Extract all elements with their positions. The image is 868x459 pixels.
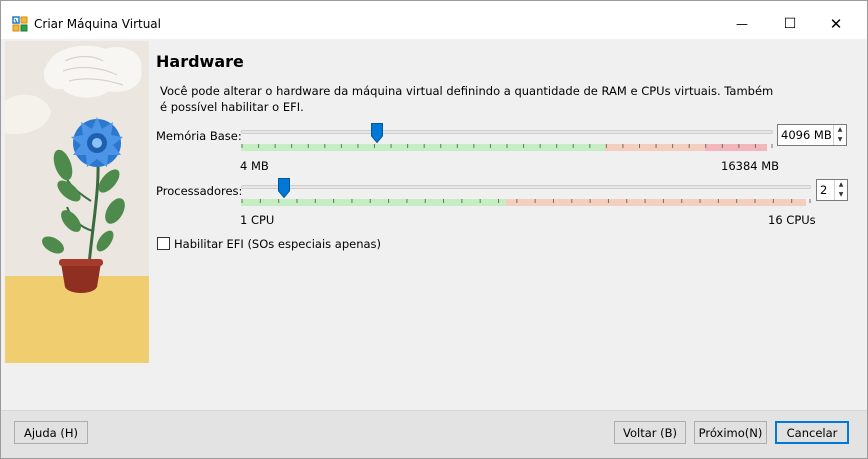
cpu-max-label: 16 CPUs — [768, 213, 816, 227]
memory-slider-handle[interactable] — [371, 123, 383, 143]
virtualbox-logo-icon — [12, 16, 28, 32]
cpu-spin-buttons: ▲ ▼ — [834, 180, 847, 200]
maximize-icon: ☐ — [783, 16, 797, 32]
memory-max-label: 16384 MB — [721, 159, 780, 173]
memory-label: Memória Base: — [156, 129, 242, 143]
down-arrow-icon[interactable]: ▼ — [834, 135, 846, 145]
title-bar[interactable]: Criar Máquina Virtual — ☐ ✕ — [1, 1, 867, 39]
down-arrow-icon[interactable]: ▼ — [835, 190, 847, 200]
help-button[interactable]: Ajuda (H) — [14, 421, 88, 444]
memory-slider-track[interactable] — [241, 130, 773, 134]
cpu-slider-track[interactable] — [241, 185, 811, 189]
memory-min-label: 4 MB — [240, 159, 269, 173]
efi-label[interactable]: Habilitar EFI (SOs especiais apenas) — [174, 237, 381, 251]
memory-spinbox[interactable]: 4096 MB ▲ ▼ — [777, 124, 847, 146]
close-icon: ✕ — [829, 15, 843, 33]
close-button[interactable]: ✕ — [813, 9, 859, 39]
cancel-button[interactable]: Cancelar — [775, 421, 849, 444]
minimize-button[interactable]: — — [719, 9, 765, 39]
memory-spin-buttons: ▲ ▼ — [833, 125, 846, 145]
wizard-illustration — [5, 41, 149, 363]
up-arrow-icon[interactable]: ▲ — [834, 125, 846, 135]
cpu-slider-ticks — [241, 199, 811, 203]
page-description: Você pode alterar o hardware da máquina … — [160, 84, 774, 114]
cpu-min-label: 1 CPU — [240, 213, 275, 227]
back-button[interactable]: Voltar (B) — [614, 421, 686, 444]
efi-checkbox[interactable] — [157, 237, 170, 250]
cpu-slider-handle[interactable] — [278, 178, 291, 198]
page-title: Hardware — [156, 52, 244, 71]
up-arrow-icon[interactable]: ▲ — [835, 180, 847, 190]
cpu-value: 2 — [820, 183, 828, 197]
create-vm-dialog: Criar Máquina Virtual — ☐ ✕ Hardware Voc… — [0, 0, 868, 459]
cpu-spinbox[interactable]: 2 ▲ ▼ — [816, 179, 848, 201]
minimize-icon: — — [736, 17, 748, 31]
memory-value: 4096 MB — [781, 128, 832, 142]
window-title: Criar Máquina Virtual — [34, 17, 161, 31]
memory-slider-ticks — [241, 144, 773, 148]
next-button[interactable]: Próximo(N) — [694, 421, 767, 444]
cpu-label: Processadores: — [156, 184, 243, 198]
maximize-button[interactable]: ☐ — [767, 9, 813, 39]
